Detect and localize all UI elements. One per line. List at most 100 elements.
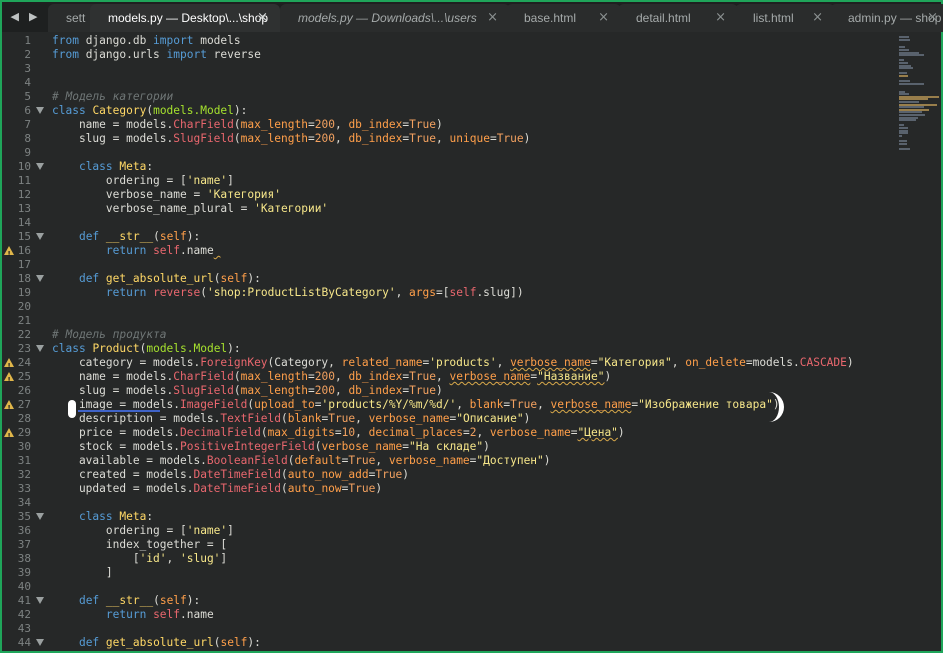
tab-2[interactable]: models.py — Downloads\...\users × [280, 4, 510, 32]
annotation-mark-left [68, 400, 76, 418]
code-line[interactable]: 4 [0, 76, 895, 90]
code-line[interactable]: 35 class Meta: [0, 510, 895, 524]
code-line[interactable]: 32 created = models.DateTimeField(auto_n… [0, 468, 895, 482]
code-line[interactable]: 12 verbose_name = 'Категория' [0, 188, 895, 202]
line-number: 13 [17, 202, 31, 215]
line-number: 7 [24, 118, 31, 131]
code-token: .name [180, 608, 214, 621]
code-line[interactable]: 9 [0, 146, 895, 160]
code-token: CharField [173, 118, 234, 131]
tab-6[interactable]: admin.py — shop × [830, 4, 943, 32]
code-line[interactable]: 33 updated = models.DateTimeField(auto_n… [0, 482, 895, 496]
fold-arrow-icon[interactable] [36, 107, 44, 114]
code-token: , [671, 356, 686, 369]
code-line[interactable]: 39 ] [0, 566, 895, 580]
code-line[interactable]: 30 stock = models.PositiveIntegerField(v… [0, 440, 895, 454]
code-line[interactable]: 36 ordering = ['name'] [0, 524, 895, 538]
code-line[interactable]: 22 # Модель продукта [0, 328, 895, 342]
code-line[interactable]: 31 available = models.BooleanField(defau… [0, 454, 895, 468]
code-token: .name [180, 244, 214, 257]
code-line[interactable]: 16 return self.name [0, 244, 895, 261]
close-icon[interactable]: × [927, 10, 938, 25]
code-line[interactable]: 18 def get_absolute_url(self): [0, 272, 895, 286]
line-number: 3 [24, 62, 31, 75]
code-token: 'products' [429, 356, 497, 369]
code-text: # Модель категории [52, 90, 173, 104]
code-token: description = models. [52, 412, 221, 425]
fold-arrow-icon[interactable] [36, 275, 44, 282]
close-icon[interactable]: × [257, 10, 268, 25]
code-area[interactable]: 1 from django.db import models 2 from djang… [0, 32, 895, 653]
code-line[interactable]: 5 # Модель категории [0, 90, 895, 104]
code-line[interactable]: 1 from django.db import models [0, 34, 895, 48]
code-line[interactable]: 19 return reverse('shop:ProductListByCat… [0, 286, 895, 300]
code-token: updated = models. [52, 482, 194, 495]
code-line[interactable]: 10 class Meta: [0, 160, 895, 174]
minimap-line [899, 54, 924, 57]
chevron-right-icon[interactable]: ▶ [29, 10, 37, 23]
tab-1[interactable]: models.py — Desktop\...\shop × [90, 4, 280, 32]
tab-4[interactable]: detail.html × [618, 4, 738, 32]
close-icon[interactable]: × [598, 10, 609, 25]
code-line[interactable]: 28 description = models.TextField(blank=… [0, 412, 895, 426]
code-text: class Category(models.Model): [52, 104, 247, 118]
tab-3[interactable]: base.html × [506, 4, 621, 32]
code-line[interactable]: 2 from django.urls import reverse [0, 48, 895, 62]
code-line[interactable]: 21 [0, 314, 895, 328]
code-line[interactable]: 17 [0, 258, 895, 272]
line-number: 38 [17, 552, 31, 565]
code-line[interactable]: 40 [0, 580, 895, 594]
code-line[interactable]: 6 class Category(models.Model): [0, 104, 895, 118]
chevron-left-icon[interactable]: ◀ [11, 10, 19, 23]
code-token: True [348, 482, 376, 495]
code-line[interactable]: 26 slug = models.SlugField(max_length=20… [0, 384, 895, 398]
code-line[interactable]: 38 ['id', 'slug'] [0, 552, 895, 566]
fold-arrow-icon[interactable] [36, 513, 44, 520]
close-icon[interactable]: × [487, 10, 498, 25]
tab-strip: sett models.py — Desktop\...\shop × models.… [40, 4, 943, 32]
fold-arrow-icon[interactable] [36, 163, 44, 170]
code-line[interactable]: 44 def get_absolute_url(self): [0, 636, 895, 650]
fold-arrow-icon[interactable] [36, 597, 44, 604]
editor-pane[interactable]: 1 from django.db import models 2 from djang… [0, 32, 943, 653]
code-line[interactable]: 29 price = models.DecimalField(max_digit… [0, 426, 895, 443]
code-token: 'name' [186, 174, 228, 187]
code-line[interactable]: 25 name = models.CharField(max_length=20… [0, 370, 895, 387]
code-token: decimal_places [368, 426, 463, 439]
code-token: db_index [348, 384, 403, 397]
code-line[interactable]: 37 index_together = [ [0, 538, 895, 552]
code-line[interactable]: 7 name = models.CharField(max_length=200… [0, 118, 895, 132]
code-line[interactable]: 24 category = models.ForeignKey(Category… [0, 356, 895, 373]
code-line[interactable]: 15 def __str__(self): [0, 230, 895, 244]
code-line[interactable]: 34 [0, 496, 895, 510]
code-line[interactable]: 41 def __str__(self): [0, 594, 895, 608]
code-token: def [78, 272, 100, 285]
tab-5[interactable]: list.html × [735, 4, 835, 32]
close-icon[interactable]: × [715, 10, 726, 25]
fold-arrow-icon[interactable] [36, 233, 44, 240]
fold-arrow-icon[interactable] [36, 345, 44, 352]
code-token: verbose_name [550, 398, 632, 411]
close-icon[interactable]: × [812, 10, 823, 25]
code-line[interactable]: 14 [0, 216, 895, 230]
code-token: name = models. [52, 118, 174, 131]
code-token: ): [247, 272, 261, 285]
code-line[interactable]: 42 return self.name [0, 608, 895, 622]
code-token: , [355, 426, 369, 439]
code-line[interactable]: 3 [0, 62, 895, 76]
code-line[interactable]: 13 verbose_name_plural = 'Категории' [0, 202, 895, 216]
fold-arrow-icon[interactable] [36, 639, 44, 646]
code-line[interactable]: 11 ordering = ['name'] [0, 174, 895, 188]
code-line[interactable]: 20 [0, 300, 895, 314]
line-number: 21 [17, 314, 31, 327]
code-token: # Модель продукта [52, 328, 167, 341]
code-line[interactable]: 43 [0, 622, 895, 636]
code-token: ) [604, 370, 612, 383]
minimap[interactable] [895, 32, 943, 172]
code-token: ( [153, 230, 160, 243]
code-line[interactable]: 23 class Product(models.Model): [0, 342, 895, 356]
code-token: get_absolute_url [105, 272, 214, 285]
line-number: 33 [17, 482, 31, 495]
code-line[interactable]: 8 slug = models.SlugField(max_length=200… [0, 132, 895, 146]
